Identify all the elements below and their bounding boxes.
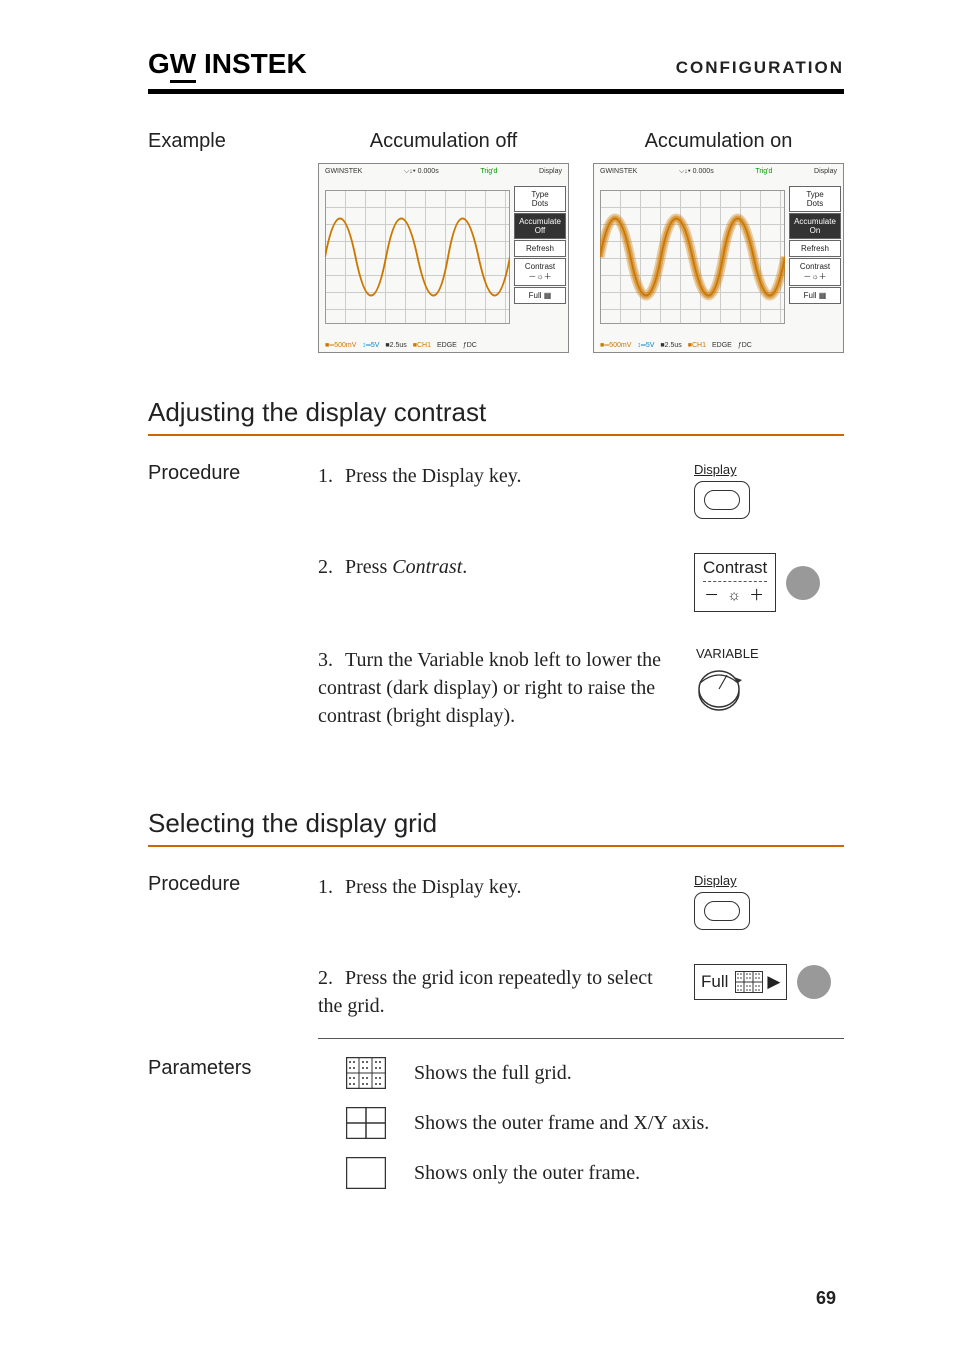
grid-full-glyph-icon bbox=[735, 971, 763, 993]
scope-screenshot-accum-on: GWINSTEK ⌵↓▾ 0.000s Trig'd Display bbox=[593, 163, 844, 353]
waveform-sine-accum bbox=[600, 190, 785, 324]
waveform-sine bbox=[325, 190, 510, 324]
softkey-full-label: Full bbox=[701, 972, 728, 992]
section-title-grid: Selecting the display grid bbox=[148, 808, 844, 839]
softkey-sub: － ☼ ＋ bbox=[703, 584, 767, 605]
variable-knob-label: VARIABLE bbox=[696, 646, 759, 661]
grid-frame-icon bbox=[346, 1157, 386, 1189]
procedure-label: Procedure bbox=[148, 462, 318, 485]
trig-src: ■CH1 bbox=[413, 342, 431, 349]
page-number: 69 bbox=[816, 1288, 836, 1309]
scope-trig-status: Trig'd bbox=[755, 168, 772, 176]
trig-coupling: ƒDC bbox=[463, 342, 477, 349]
scope-softkey-menu: TypeDots AccumulateOff Refresh Contrast－… bbox=[514, 186, 566, 304]
display-key-label: Display bbox=[694, 873, 737, 888]
menu-full: Full ▦ bbox=[789, 287, 841, 304]
scope-brand: GWINSTEK bbox=[600, 168, 637, 176]
parameters-label: Parameters bbox=[148, 1057, 318, 1080]
menu-contrast: Contrast－☼＋ bbox=[789, 258, 841, 286]
accum-on-caption: Accumulation on bbox=[593, 130, 844, 153]
menu-contrast: Contrast－☼＋ bbox=[514, 258, 566, 286]
grid-softkey-icon: Full ▶ bbox=[694, 964, 787, 1000]
grid-axis-icon bbox=[346, 1107, 386, 1139]
scope-menu-title: Display bbox=[539, 168, 562, 176]
menu-type: TypeDots bbox=[514, 186, 566, 212]
menu-refresh: Refresh bbox=[789, 240, 841, 257]
display-key-icon bbox=[694, 481, 750, 519]
trig-edge: EDGE bbox=[712, 342, 732, 349]
grid-full-icon bbox=[346, 1057, 386, 1089]
trig-coupling: ƒDC bbox=[738, 342, 752, 349]
param-axis-text: Shows the outer frame and X/Y axis. bbox=[414, 1112, 709, 1135]
trig-src: ■CH1 bbox=[688, 342, 706, 349]
softkey-arrow-icon: ▶ bbox=[767, 972, 780, 992]
example-label: Example bbox=[148, 130, 318, 153]
timebase: ■2.5us bbox=[660, 342, 681, 349]
menu-accumulate: AccumulateOff bbox=[514, 213, 566, 239]
contrast-softkey-icon: Contrast － ☼ ＋ bbox=[694, 553, 776, 612]
scope-time-pos: ⌵↓▾ 0.000s bbox=[404, 168, 439, 176]
grid-step-2-text: 2. Press the grid icon repeatedly to sel… bbox=[318, 964, 694, 1020]
variable-knob-icon bbox=[694, 665, 744, 715]
scope-screenshot-accum-off: GWINSTEK ⌵↓▾ 0.000s Trig'd Display TypeD… bbox=[318, 163, 569, 353]
page-section: CONFIGURATION bbox=[676, 58, 844, 78]
param-frame-text: Shows only the outer frame. bbox=[414, 1162, 640, 1185]
ch2-scale: ↕═5V bbox=[362, 342, 379, 349]
header-rule-thin bbox=[148, 93, 844, 94]
section-title-contrast: Adjusting the display contrast bbox=[148, 397, 844, 428]
grid-step-1-text: 1. Press the Display key. bbox=[318, 873, 694, 901]
scope-trig-status: Trig'd bbox=[480, 168, 497, 176]
step-3-text: 3. Turn the Variable knob left to lower … bbox=[318, 646, 694, 730]
ch1-scale: ■═500mV bbox=[325, 342, 356, 349]
menu-refresh: Refresh bbox=[514, 240, 566, 257]
scope-time-pos: ⌵↓▾ 0.000s bbox=[679, 168, 714, 176]
ch1-scale: ■═500mV bbox=[600, 342, 631, 349]
display-key-label: Display bbox=[694, 462, 737, 477]
scope-softkey-menu: TypeDots AccumulateOn Refresh Contrast－☼… bbox=[789, 186, 841, 304]
param-full-text: Shows the full grid. bbox=[414, 1062, 572, 1085]
menu-type: TypeDots bbox=[789, 186, 841, 212]
menu-accumulate: AccumulateOn bbox=[789, 213, 841, 239]
softkey-button-icon bbox=[786, 566, 820, 600]
section-rule bbox=[148, 434, 844, 436]
softkey-label: Contrast bbox=[703, 558, 767, 578]
section-rule bbox=[148, 845, 844, 847]
brand-logo: GW INSTEK bbox=[148, 48, 307, 83]
procedure-label: Procedure bbox=[148, 873, 318, 896]
display-key-icon bbox=[694, 892, 750, 930]
menu-full: Full ▦ bbox=[514, 287, 566, 304]
softkey-button-icon bbox=[797, 965, 831, 999]
accum-off-caption: Accumulation off bbox=[318, 130, 569, 153]
scope-menu-title: Display bbox=[814, 168, 837, 176]
timebase: ■2.5us bbox=[385, 342, 406, 349]
scope-brand: GWINSTEK bbox=[325, 168, 362, 176]
step-2-text: 2. Press Contrast. bbox=[318, 553, 694, 581]
trig-edge: EDGE bbox=[437, 342, 457, 349]
ch2-scale: ↕═5V bbox=[637, 342, 654, 349]
step-1-text: 1. Press the Display key. bbox=[318, 462, 694, 490]
